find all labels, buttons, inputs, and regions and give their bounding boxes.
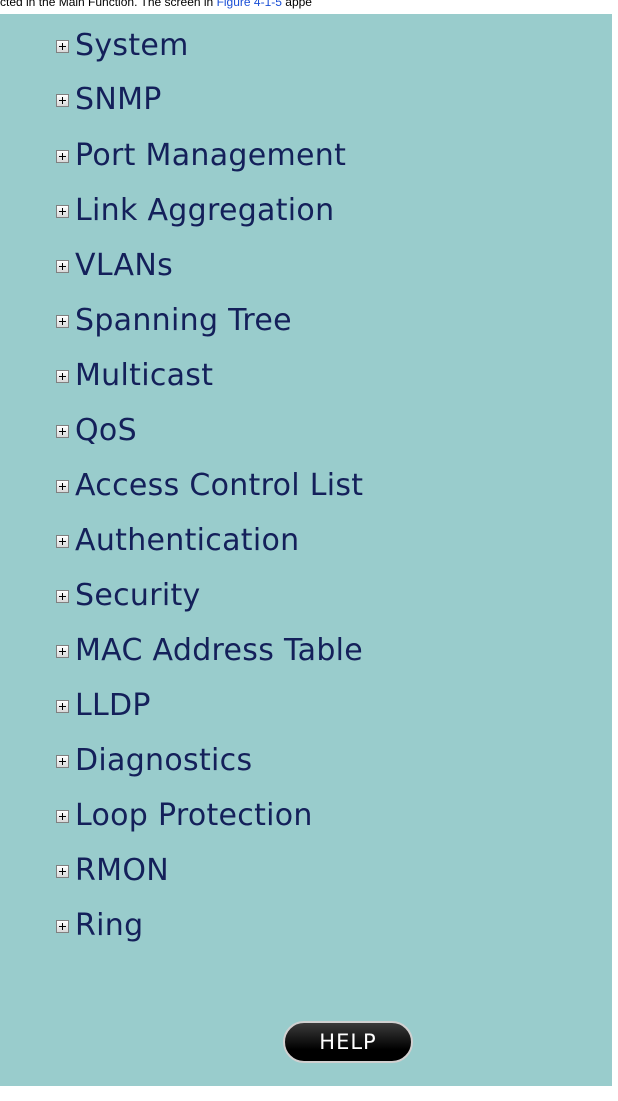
expand-plus-icon[interactable] [56,39,69,53]
menu-item-authentication[interactable]: Authentication [56,517,299,565]
menu-item-label[interactable]: Diagnostics [75,744,252,778]
menu-item-label[interactable]: Spanning Tree [75,304,292,338]
expand-plus-icon[interactable] [56,919,69,933]
expand-plus-icon[interactable] [56,149,69,163]
menu-item-ring[interactable]: Ring [56,902,143,950]
menu-item-label[interactable]: LLDP [75,689,151,723]
menu-item-label[interactable]: Port Management [75,139,346,173]
menu-item-label[interactable]: Security [75,579,201,613]
menu-item-label[interactable]: RMON [75,854,169,888]
menu-item-label[interactable]: Authentication [75,524,299,558]
menu-item-security[interactable]: Security [56,572,201,620]
main-menu-panel: System SNMP Port Management Link Aggrega… [0,14,612,1086]
menu-item-qos[interactable]: QoS [56,407,137,455]
menu-item-label[interactable]: Link Aggregation [75,194,334,228]
help-button[interactable]: HELP [283,1021,413,1063]
caption-prefix: cted in the Main Function. The screen in [0,0,217,9]
expand-plus-icon[interactable] [56,204,69,218]
expand-plus-icon[interactable] [56,424,69,438]
menu-item-loop-protection[interactable]: Loop Protection [56,792,313,840]
menu-item-access-control-list[interactable]: Access Control List [56,462,363,510]
menu-item-vlans[interactable]: VLANs [56,242,173,290]
expand-plus-icon[interactable] [56,369,69,383]
menu-item-link-aggregation[interactable]: Link Aggregation [56,187,334,235]
menu-item-label[interactable]: Multicast [75,359,213,393]
menu-item-snmp[interactable]: SNMP [56,76,162,124]
expand-plus-icon[interactable] [56,644,69,658]
expand-plus-icon[interactable] [56,809,69,823]
expand-plus-icon[interactable] [56,699,69,713]
menu-item-system[interactable]: System [56,22,189,70]
figure-link[interactable]: Figure 4-1-5 [217,0,282,9]
menu-item-label[interactable]: Loop Protection [75,799,313,833]
menu-item-lldp[interactable]: LLDP [56,682,151,730]
expand-plus-icon[interactable] [56,534,69,548]
menu-item-label[interactable]: Access Control List [75,469,363,503]
menu-item-rmon[interactable]: RMON [56,847,169,895]
menu-item-label[interactable]: MAC Address Table [75,634,363,668]
menu-item-label[interactable]: System [75,29,189,63]
menu-item-port-management[interactable]: Port Management [56,132,346,180]
menu-item-mac-address-table[interactable]: MAC Address Table [56,627,363,675]
expand-plus-icon[interactable] [56,754,69,768]
expand-plus-icon[interactable] [56,314,69,328]
caption-suffix: appe [281,0,312,9]
expand-plus-icon[interactable] [56,93,69,107]
menu-item-label[interactable]: QoS [75,414,137,448]
expand-plus-icon[interactable] [56,259,69,273]
expand-plus-icon[interactable] [56,589,69,603]
expand-plus-icon[interactable] [56,864,69,878]
menu-item-diagnostics[interactable]: Diagnostics [56,737,252,785]
document-caption: cted in the Main Function. The screen in… [0,0,618,10]
expand-plus-icon[interactable] [56,479,69,493]
menu-item-label[interactable]: SNMP [75,83,162,117]
menu-item-label[interactable]: VLANs [75,249,173,283]
menu-item-spanning-tree[interactable]: Spanning Tree [56,297,292,345]
menu-item-multicast[interactable]: Multicast [56,352,213,400]
menu-item-label[interactable]: Ring [75,909,143,943]
